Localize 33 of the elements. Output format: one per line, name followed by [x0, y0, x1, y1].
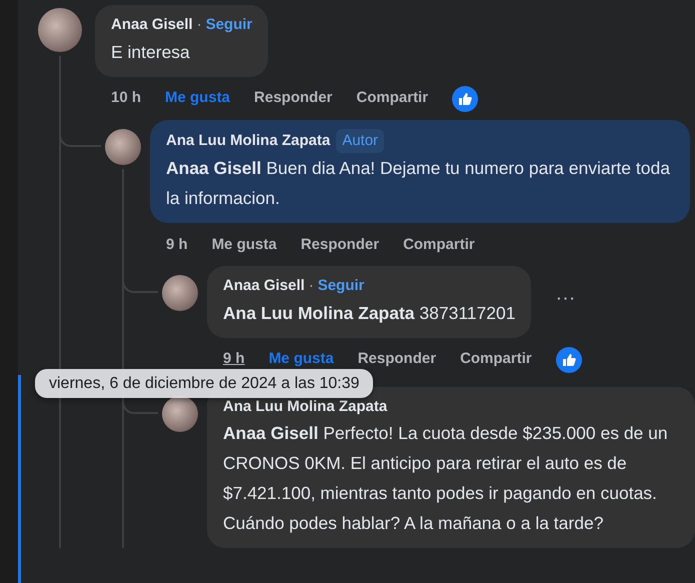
follow-link[interactable]: Seguir — [206, 14, 252, 36]
avatar[interactable] — [162, 275, 198, 311]
author-name[interactable]: Anaa Gisell — [223, 275, 305, 298]
timestamp-link[interactable]: 9 h — [166, 234, 188, 256]
like-reaction-icon[interactable] — [452, 86, 478, 112]
like-reaction-icon[interactable] — [556, 346, 582, 372]
author-name[interactable]: Anaa Gisell — [111, 14, 193, 36]
follow-link[interactable]: Seguir — [318, 275, 364, 298]
date-tooltip: viernes, 6 de diciembre de 2024 a las 10:39 — [35, 369, 374, 398]
timestamp-link[interactable]: 10 h — [111, 87, 142, 110]
author-badge: Autor — [336, 128, 384, 153]
separator-dot: · — [308, 276, 314, 296]
like-button[interactable]: Me gusta — [212, 234, 277, 256]
avatar[interactable] — [38, 8, 82, 52]
share-button[interactable]: Compartir — [356, 87, 428, 110]
reply-button[interactable]: Responder — [300, 234, 380, 256]
comment-text: E interesa — [111, 40, 191, 64]
avatar[interactable] — [162, 396, 198, 432]
comment-text: Anaa Gisell Perfecto! La cuota desde $235.000 es de un CRONOS 0KM. El anticipo para retirar el auto es de $7.421.100, mientras tanto podes ir pagando en cuotas. Cuándo podes hablar? A la mañana o a la tarde? — [223, 422, 669, 535]
share-button[interactable]: Compartir — [460, 348, 532, 371]
like-button[interactable]: Me gusta — [268, 348, 334, 371]
author-name[interactable]: Ana Luu Molina Zapata — [223, 396, 388, 418]
timestamp-link[interactable]: 9 h — [223, 348, 245, 371]
share-button[interactable]: Compartir — [403, 234, 475, 256]
comment-text: Ana Luu Molina Zapata 3873117201 — [223, 302, 516, 325]
like-button[interactable]: Me gusta — [165, 87, 230, 110]
author-name[interactable]: Ana Luu Molina Zapata — [166, 130, 330, 152]
avatar[interactable] — [105, 128, 141, 164]
separator-dot: · — [196, 15, 202, 35]
more-options-button[interactable]: ··· — [549, 288, 582, 308]
reply-button[interactable]: Responder — [358, 348, 436, 371]
comment-text: Anaa Gisell Buen dia Ana! Dejame tu numero para enviarte toda la informacion. — [166, 157, 671, 210]
reply-button[interactable]: Responder — [254, 87, 332, 110]
